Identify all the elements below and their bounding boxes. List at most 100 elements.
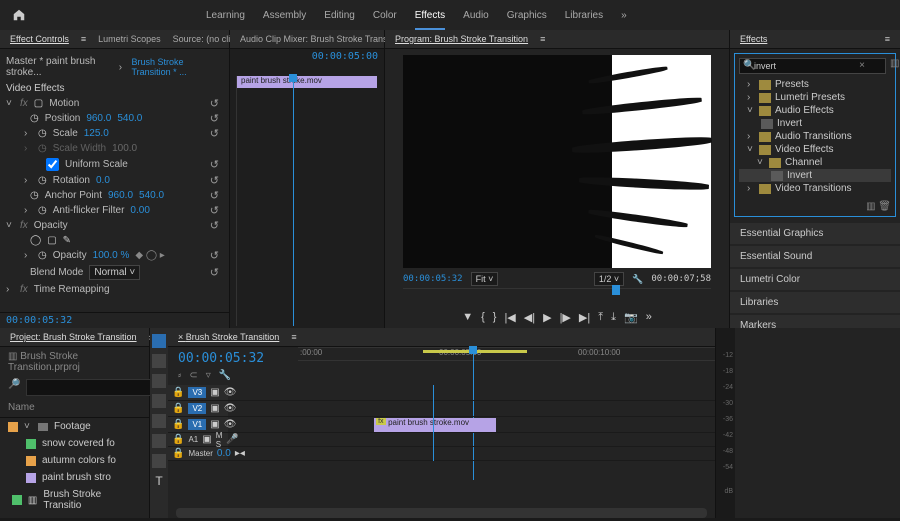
program-scrubber[interactable]	[403, 288, 711, 306]
transport-overflow-icon[interactable]: »	[646, 311, 652, 323]
proj-item-3[interactable]: paint brush stro	[0, 469, 149, 486]
ec-sequence-link[interactable]: Brush Stroke Transition * ...	[131, 55, 223, 79]
opacity-value[interactable]: 100.0 %	[93, 250, 130, 261]
motion-section[interactable]: Motion	[49, 98, 79, 109]
panel-essential-graphics[interactable]: Essential Graphics	[730, 223, 900, 244]
opacity-section[interactable]: Opacity	[34, 220, 68, 231]
track-v3[interactable]: V3	[188, 387, 206, 398]
mark-out-icon[interactable]: }	[493, 311, 497, 323]
ws-tab-audio[interactable]: Audio	[463, 2, 489, 29]
extract-icon[interactable]: ⤓	[611, 311, 616, 324]
proj-item-1[interactable]: snow covered fo	[0, 435, 149, 452]
new-folder-icon[interactable]: ▥	[866, 201, 875, 212]
proj-search-icon[interactable]: 🔎	[8, 379, 20, 396]
track-lock-icon[interactable]: 🔒	[172, 387, 184, 398]
type-tool[interactable]: T	[155, 474, 162, 488]
tab-project[interactable]: Project: Brush Stroke Transition	[10, 332, 137, 342]
tab-lumetri-scopes[interactable]: Lumetri Scopes	[98, 34, 161, 44]
program-tc-in[interactable]: 00:00:05:32	[403, 274, 463, 284]
ws-tab-editing[interactable]: Editing	[324, 2, 355, 29]
mini-clip[interactable]: paint brush stroke.mov	[237, 76, 377, 88]
ws-tab-color[interactable]: Color	[373, 2, 397, 29]
video-transitions-folder[interactable]: ›Video Transitions	[739, 182, 891, 195]
go-in-icon[interactable]: |◀	[504, 311, 515, 324]
timeline-zoom-scrollbar[interactable]	[176, 508, 707, 518]
channel-folder[interactable]: ˅Channel	[739, 156, 891, 169]
folder-footage[interactable]: ˅Footage	[0, 418, 149, 435]
marker-icon[interactable]: ▿	[206, 370, 211, 381]
linked-sel-icon[interactable]: ⊂	[189, 370, 197, 381]
razor-tool[interactable]	[152, 394, 166, 408]
snap-icon[interactable]: ⸗	[178, 370, 181, 381]
track-v1[interactable]: V1	[188, 419, 206, 430]
mask-ellipse-icon[interactable]: ◯	[30, 235, 41, 246]
presets-folder[interactable]: ›Presets	[739, 78, 891, 91]
proj-item-2[interactable]: autumn colors fo	[0, 452, 149, 469]
settings-icon[interactable]: 🔧	[632, 274, 643, 285]
timeline-ruler[interactable]: :00:0000:00:05:0000:00:10:00	[298, 347, 715, 361]
position-x[interactable]: 960.0	[86, 113, 111, 124]
go-out-icon[interactable]: ▶|	[579, 311, 590, 324]
video-invert-effect[interactable]: Invert	[739, 169, 891, 182]
ws-tab-effects[interactable]: Effects	[415, 2, 445, 29]
track-master[interactable]: Master	[188, 449, 212, 458]
pen-tool[interactable]	[152, 434, 166, 448]
timeline-clip[interactable]: paint brush stroke.mov	[374, 418, 496, 432]
panel-essential-sound[interactable]: Essential Sound	[730, 246, 900, 267]
flicker-value[interactable]: 0.00	[130, 205, 149, 216]
tab-audio-clip-mixer[interactable]: Audio Clip Mixer: Brush Stroke Trans	[240, 34, 388, 44]
blend-mode-dropdown[interactable]: Normal ˅	[89, 265, 140, 280]
tab-effects-panel[interactable]: Effects	[740, 34, 767, 44]
panel-libraries[interactable]: Libraries	[730, 292, 900, 313]
track-a1[interactable]: A1	[188, 435, 198, 444]
program-resolution-dropdown[interactable]: 1/2 ˅	[594, 272, 624, 286]
lift-icon[interactable]: ⤒	[598, 311, 603, 324]
stopwatch-icon[interactable]: ◷	[30, 113, 39, 124]
timeline-timecode[interactable]: 00:00:05:32	[178, 351, 288, 366]
tab-program[interactable]: Program: Brush Stroke Transition	[395, 34, 528, 44]
audio-effects-folder[interactable]: ˅Audio Effects	[739, 104, 891, 117]
anchor-y[interactable]: 540.0	[139, 190, 164, 201]
audio-invert-effect[interactable]: Invert	[739, 117, 891, 130]
mark-in-icon[interactable]: {	[481, 311, 485, 323]
ripple-tool[interactable]	[152, 374, 166, 388]
anchor-x[interactable]: 960.0	[108, 190, 133, 201]
rotation-value[interactable]: 0.0	[96, 175, 110, 186]
scale-value[interactable]: 125.0	[84, 128, 109, 139]
video-effects-folder[interactable]: ˅Video Effects	[739, 143, 891, 156]
audio-transitions-folder[interactable]: ›Audio Transitions	[739, 130, 891, 143]
col-name[interactable]: Name	[0, 398, 149, 418]
position-y[interactable]: 540.0	[117, 113, 142, 124]
selection-tool[interactable]	[152, 334, 166, 348]
new-bin-icon[interactable]: ▥	[890, 58, 899, 74]
ws-tab-learning[interactable]: Learning	[206, 2, 245, 29]
ec-footer-timecode[interactable]: 00:00:05:32	[0, 312, 229, 328]
step-back-icon[interactable]: ◀|	[524, 311, 535, 324]
timeremap-section[interactable]: Time Remapping	[34, 284, 110, 295]
tl-settings-icon[interactable]: 🔧	[219, 370, 231, 381]
clear-search-icon[interactable]: ×	[859, 60, 865, 71]
export-frame-icon[interactable]: 📷	[624, 311, 638, 324]
mask-rect-icon[interactable]: ▢	[47, 235, 56, 246]
delete-icon[interactable]: 🗑	[878, 201, 891, 212]
track-v2[interactable]: V2	[188, 403, 206, 414]
tab-sequence[interactable]: × Brush Stroke Transition	[178, 332, 279, 342]
slip-tool[interactable]	[152, 414, 166, 428]
panel-lumetri-color[interactable]: Lumetri Color	[730, 269, 900, 290]
bypass-icon[interactable]: ▢	[34, 98, 43, 109]
hand-tool[interactable]	[152, 454, 166, 468]
timeline-track-area[interactable]: paint brush stroke.mov	[228, 385, 715, 461]
tab-effect-controls[interactable]: Effect Controls	[10, 34, 69, 44]
ws-tab-libraries[interactable]: Libraries	[565, 2, 603, 29]
reset-icon[interactable]: ↺	[210, 97, 219, 110]
program-monitor[interactable]	[403, 55, 711, 268]
uniform-scale-checkbox[interactable]	[46, 158, 59, 171]
home-icon[interactable]	[12, 8, 26, 22]
ws-overflow-icon[interactable]: »	[621, 2, 627, 29]
step-fwd-icon[interactable]: |▶	[560, 311, 571, 324]
ws-tab-graphics[interactable]: Graphics	[507, 2, 547, 29]
ws-tab-assembly[interactable]: Assembly	[263, 2, 306, 29]
track-select-tool[interactable]	[152, 354, 166, 368]
lumetri-presets-folder[interactable]: ›Lumetri Presets	[739, 91, 891, 104]
play-icon[interactable]: ▶	[543, 311, 551, 324]
